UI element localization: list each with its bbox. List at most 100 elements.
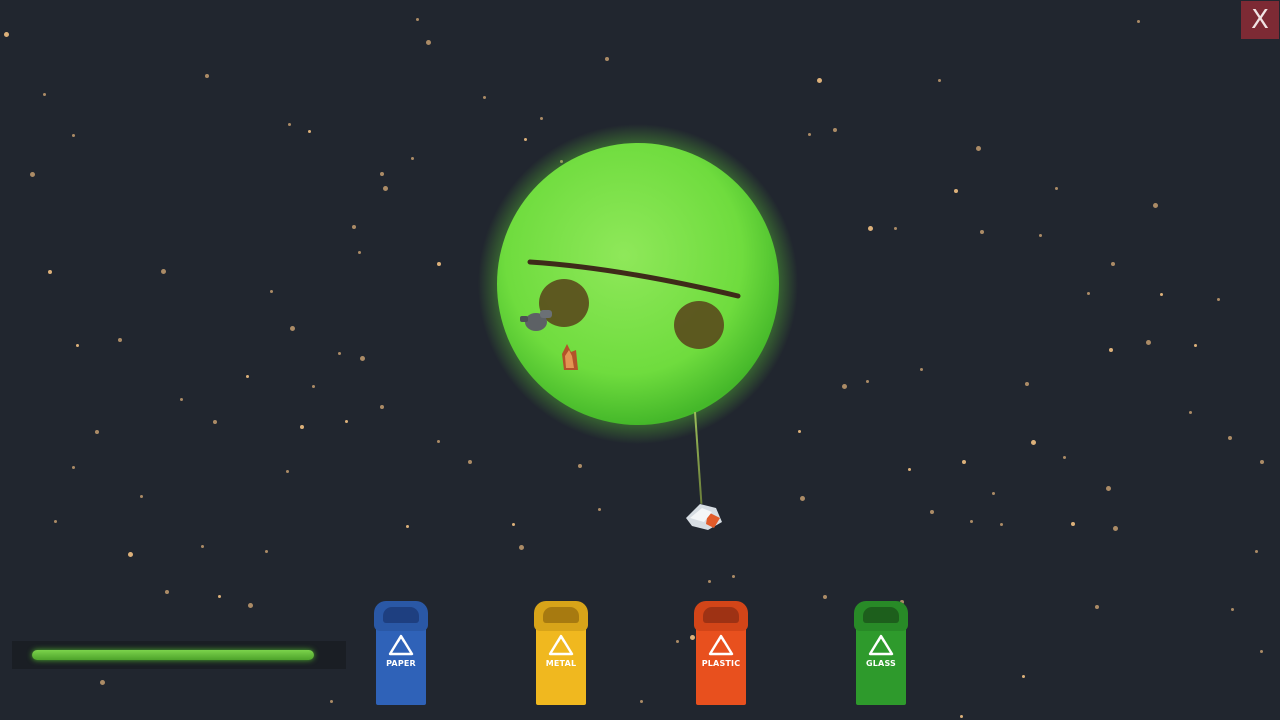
- star: [732, 575, 735, 578]
- star: [1260, 460, 1264, 464]
- star: [823, 595, 827, 599]
- recycling-bin-metal[interactable]: METAL: [534, 601, 588, 705]
- star: [95, 430, 99, 434]
- star: [161, 269, 166, 274]
- planet-face-icon: [478, 124, 798, 444]
- star: [437, 262, 441, 266]
- star: [992, 492, 995, 495]
- star: [1189, 411, 1192, 414]
- plastic-bottle-item-icon[interactable]: [682, 496, 726, 534]
- star: [43, 93, 46, 96]
- bin-label: GLASS: [865, 659, 897, 668]
- star: [1071, 522, 1075, 526]
- star: [817, 78, 822, 83]
- star: [426, 40, 431, 45]
- star: [868, 226, 873, 231]
- star: [920, 368, 923, 371]
- star: [360, 356, 365, 361]
- star: [676, 640, 679, 643]
- star: [1137, 20, 1140, 23]
- star: [980, 230, 984, 234]
- star: [140, 495, 143, 498]
- star: [1231, 608, 1234, 611]
- star: [338, 352, 341, 355]
- trash-can-item-icon[interactable]: [516, 304, 558, 336]
- star: [1031, 440, 1036, 445]
- recycling-bin-paper[interactable]: PAPER: [374, 601, 428, 705]
- star: [605, 57, 609, 61]
- star: [1113, 526, 1118, 531]
- recycle-icon: [388, 634, 414, 656]
- star: [118, 338, 122, 342]
- star: [205, 74, 209, 78]
- star: [4, 32, 9, 37]
- star: [1228, 436, 1232, 440]
- star: [1063, 456, 1066, 459]
- recycle-icon: [548, 634, 574, 656]
- star: [380, 172, 384, 176]
- star: [411, 157, 414, 160]
- star: [380, 405, 384, 409]
- star: [437, 440, 440, 443]
- planet-health-bar: [12, 641, 346, 669]
- star: [270, 290, 273, 293]
- star: [246, 375, 249, 378]
- star: [1025, 382, 1029, 386]
- planet[interactable]: [470, 120, 810, 460]
- star: [308, 130, 311, 133]
- close-button[interactable]: X: [1241, 1, 1279, 39]
- star: [833, 128, 837, 132]
- star: [345, 420, 348, 423]
- star: [930, 510, 934, 514]
- bin-opening: [383, 607, 419, 623]
- star: [30, 172, 35, 177]
- bin-label: PAPER: [386, 659, 416, 668]
- star: [842, 384, 847, 389]
- star: [468, 460, 472, 464]
- star: [288, 123, 291, 126]
- recycle-icon: [708, 634, 734, 656]
- star: [512, 523, 515, 526]
- star: [519, 545, 524, 550]
- star: [330, 700, 333, 703]
- bin-opening: [703, 607, 739, 623]
- star: [1106, 486, 1111, 491]
- star: [1087, 292, 1090, 295]
- star: [483, 96, 486, 99]
- star: [1194, 344, 1197, 347]
- star: [201, 545, 204, 548]
- star: [938, 79, 941, 82]
- star: [1260, 650, 1263, 653]
- star: [165, 590, 169, 594]
- star: [1095, 605, 1099, 609]
- star: [1146, 340, 1151, 345]
- star: [180, 398, 183, 401]
- star: [286, 470, 289, 473]
- star: [54, 520, 57, 523]
- star: [213, 420, 217, 424]
- recycle-icon: [868, 634, 894, 656]
- recycling-bin-glass[interactable]: GLASS: [854, 601, 908, 705]
- health-bar-fill: [32, 650, 314, 660]
- star: [1000, 523, 1003, 526]
- star: [578, 464, 582, 468]
- star: [866, 380, 869, 383]
- star: [894, 227, 897, 230]
- star: [970, 520, 973, 523]
- star: [1217, 298, 1220, 301]
- bin-opening: [863, 607, 899, 623]
- star: [1255, 550, 1258, 553]
- star: [100, 680, 105, 685]
- star: [300, 425, 304, 429]
- star: [265, 550, 268, 553]
- recycling-bin-plastic[interactable]: PLASTIC: [694, 601, 748, 705]
- star: [406, 525, 409, 528]
- star: [908, 468, 911, 471]
- star: [1055, 187, 1058, 190]
- star: [976, 146, 981, 151]
- bottle-item-icon[interactable]: [556, 340, 584, 374]
- star: [383, 186, 388, 191]
- star: [48, 270, 52, 274]
- bin-label: METAL: [545, 659, 577, 668]
- bin-opening: [543, 607, 579, 623]
